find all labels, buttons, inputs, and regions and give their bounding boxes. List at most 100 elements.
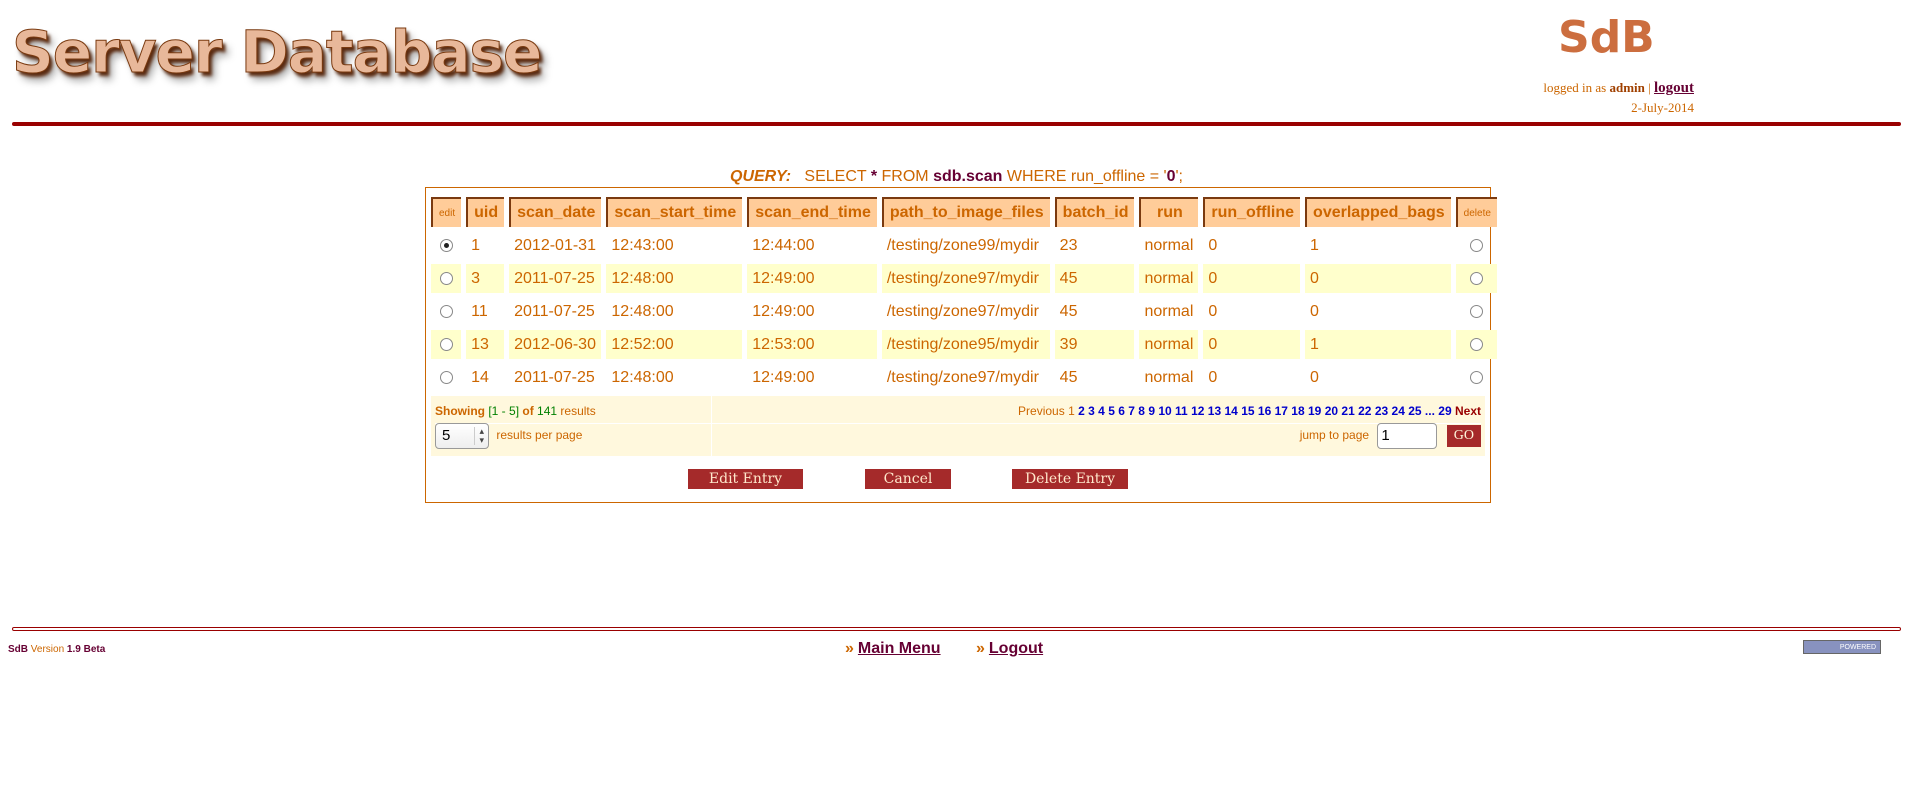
current-date: 2-July-2014: [1631, 100, 1694, 115]
username: admin: [1609, 80, 1645, 95]
cell-bags: 1: [1310, 236, 1319, 254]
cell-offline: 0: [1208, 236, 1218, 254]
delete-entry-button[interactable]: Delete Entry: [1012, 469, 1128, 489]
php-powered-badge[interactable]: POWERED: [1803, 640, 1881, 654]
cell-uid: 3: [466, 264, 505, 293]
page-link[interactable]: 19: [1308, 404, 1321, 418]
cell-run: normal: [1144, 302, 1194, 320]
edit-radio[interactable]: [439, 370, 453, 384]
page-link[interactable]: 22: [1358, 404, 1371, 418]
cell-scan_date: 2011-07-25: [514, 302, 595, 320]
go-button[interactable]: GO: [1446, 425, 1481, 447]
cell-batch: 45: [1059, 368, 1078, 386]
cell-batch: 45: [1059, 302, 1078, 320]
results-label: results: [560, 404, 596, 418]
page-link[interactable]: 9: [1148, 404, 1155, 418]
results-summary: Showing [1 - 5] of 141 results: [435, 404, 596, 418]
cell-run: normal: [1144, 368, 1194, 386]
cell-bags: 1: [1305, 330, 1451, 359]
cell-run: normal: [1144, 236, 1194, 254]
table-row: 13 2012-06-30 12:52:00 12:53:00/testing/zon…: [431, 330, 1497, 359]
main-menu-link[interactable]: Main Menu: [858, 640, 941, 657]
per-page-label: results per page: [496, 428, 583, 443]
edit-cell: [431, 363, 461, 392]
cell-start: 12:48:00: [611, 368, 674, 386]
next-link[interactable]: Next: [1455, 404, 1481, 418]
cell-scan_date: 2011-07-25: [514, 368, 595, 386]
header-divider: [12, 122, 1901, 126]
delete-radio[interactable]: [1469, 238, 1483, 252]
edit-radio[interactable]: [439, 304, 453, 318]
page-links: Previous 1 2 3 4 5 6 7 8 9 10 11 12 13 1…: [1018, 404, 1481, 418]
cell-uid: 11: [471, 302, 488, 320]
page-link[interactable]: 2: [1078, 404, 1085, 418]
footer-logout-wrap: » Logout: [976, 640, 1043, 658]
logout-link[interactable]: logout: [1654, 80, 1694, 96]
table-row: 14 2011-07-25 12:48:00 12:49:00/testing/zon…: [431, 363, 1497, 392]
page-link[interactable]: 3: [1088, 404, 1095, 418]
edit-radio[interactable]: [439, 271, 453, 285]
cell-path: /testing/zone97/mydir: [881, 264, 1050, 293]
page-link[interactable]: 14: [1224, 404, 1237, 418]
page-link[interactable]: 21: [1341, 404, 1354, 418]
delete-radio[interactable]: [1469, 271, 1483, 285]
page-link[interactable]: 18: [1291, 404, 1304, 418]
delete-radio[interactable]: [1469, 304, 1483, 318]
page-link[interactable]: 12: [1191, 404, 1204, 418]
per-page-value: 5: [442, 427, 451, 444]
results-per-page-select[interactable]: 5 ▴ ▾: [435, 423, 489, 449]
page-link[interactable]: 23: [1375, 404, 1388, 418]
page-link[interactable]: 7: [1128, 404, 1135, 418]
page-link[interactable]: 24: [1392, 404, 1405, 418]
query-end: ';: [1175, 168, 1184, 185]
delete-cell: [1455, 330, 1497, 359]
delete-radio[interactable]: [1469, 337, 1483, 351]
page-link[interactable]: 16: [1258, 404, 1271, 418]
cell-bags: 0: [1310, 302, 1319, 320]
cell-path: /testing/zone95/mydir: [881, 330, 1050, 359]
current-page: 1: [1068, 404, 1075, 418]
page-link[interactable]: 15: [1241, 404, 1254, 418]
page-link[interactable]: 29: [1438, 404, 1451, 418]
page-link[interactable]: 13: [1208, 404, 1221, 418]
query-label: QUERY:: [730, 168, 792, 185]
cell-scan_date: 2012-01-31: [514, 236, 596, 254]
query-where: WHERE run_offline = ': [1006, 168, 1167, 185]
arrow-icon: »: [976, 640, 985, 657]
cell-path: /testing/zone97/mydir: [886, 302, 1039, 320]
cell-start: 12:48:00: [606, 264, 743, 293]
previous-link: Previous: [1018, 404, 1065, 418]
cell-bags: 0: [1310, 368, 1319, 386]
jump-page-input[interactable]: 1: [1377, 423, 1438, 449]
edit-radio[interactable]: [439, 238, 453, 252]
footer-logout-link[interactable]: Logout: [989, 640, 1043, 657]
edit-radio[interactable]: [439, 337, 453, 351]
cell-uid: 1: [471, 236, 481, 254]
page-link[interactable]: 17: [1275, 404, 1288, 418]
page-link[interactable]: 25: [1408, 404, 1421, 418]
cell-batch: 23: [1059, 236, 1078, 254]
column-header-run: run: [1139, 197, 1199, 227]
page-link[interactable]: 11: [1175, 404, 1188, 418]
cancel-button[interactable]: Cancel: [865, 469, 951, 489]
cell-path: /testing/zone99/mydir: [886, 236, 1039, 254]
delete-cell: [1456, 231, 1497, 260]
delete-radio[interactable]: [1469, 370, 1483, 384]
page-link[interactable]: 4: [1098, 404, 1105, 418]
page-link[interactable]: 5: [1108, 404, 1115, 418]
cell-end: 12:49:00: [752, 302, 815, 320]
table-row: 1 2012-01-31 12:43:00 12:44:00/testing/zone…: [431, 231, 1497, 260]
query-display: QUERY: SELECT * FROM sdb.scan WHERE run_…: [0, 168, 1913, 186]
logged-in-label: logged in as: [1543, 80, 1607, 95]
page-link[interactable]: 10: [1158, 404, 1171, 418]
page-link[interactable]: 6: [1118, 404, 1125, 418]
cell-offline: 0: [1208, 302, 1218, 320]
cell-batch: 45: [1054, 264, 1135, 293]
page-link[interactable]: 8: [1138, 404, 1145, 418]
column-header-delete: delete: [1455, 197, 1497, 227]
edit-entry-button[interactable]: Edit Entry: [688, 469, 803, 489]
page-link[interactable]: ...: [1425, 404, 1435, 418]
login-info: logged in as admin | logout 2-July-2014: [1543, 78, 1694, 118]
page-link[interactable]: 20: [1325, 404, 1338, 418]
table-row: 11 2011-07-25 12:48:00 12:49:00/testing/zon…: [431, 297, 1497, 326]
